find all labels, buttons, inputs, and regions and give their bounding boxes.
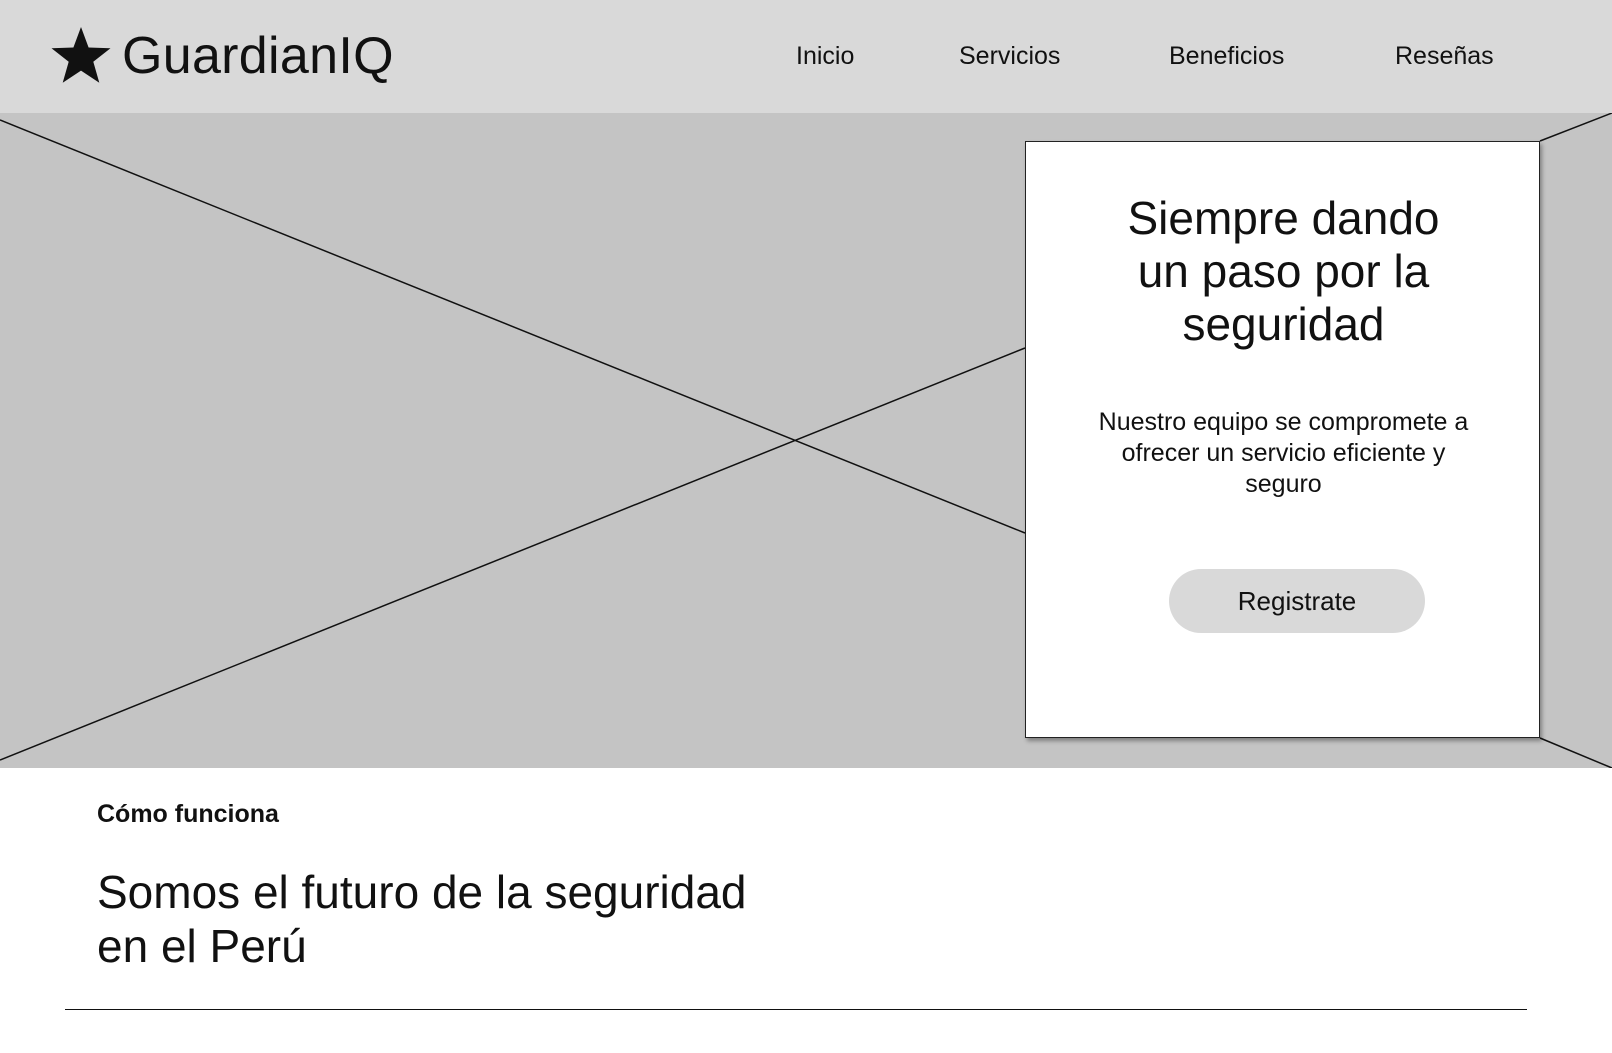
- main-nav: Inicio Servicios Beneficios Reseñas: [0, 38, 1612, 74]
- section-divider: [65, 1009, 1527, 1010]
- nav-link-servicios[interactable]: Servicios: [959, 38, 1060, 74]
- section-label: Cómo funciona: [97, 800, 279, 828]
- hero-title: Siempre dando un paso por la seguridad: [1127, 192, 1440, 350]
- hero-description: Nuestro equipo se compromete a ofrecer u…: [1098, 408, 1469, 498]
- register-button[interactable]: Registrate: [1169, 569, 1425, 633]
- nav-link-resenas[interactable]: Reseñas: [1395, 38, 1494, 74]
- page: GuardianIQ Inicio Servicios Beneficios R…: [0, 0, 1612, 1053]
- hero-card: Siempre dando un paso por la seguridad N…: [1025, 141, 1540, 738]
- nav-link-inicio[interactable]: Inicio: [796, 38, 854, 74]
- nav-link-beneficios[interactable]: Beneficios: [1169, 38, 1284, 74]
- top-navbar: GuardianIQ Inicio Servicios Beneficios R…: [0, 0, 1612, 113]
- section-heading: Somos el futuro de la seguridad en el Pe…: [97, 866, 747, 972]
